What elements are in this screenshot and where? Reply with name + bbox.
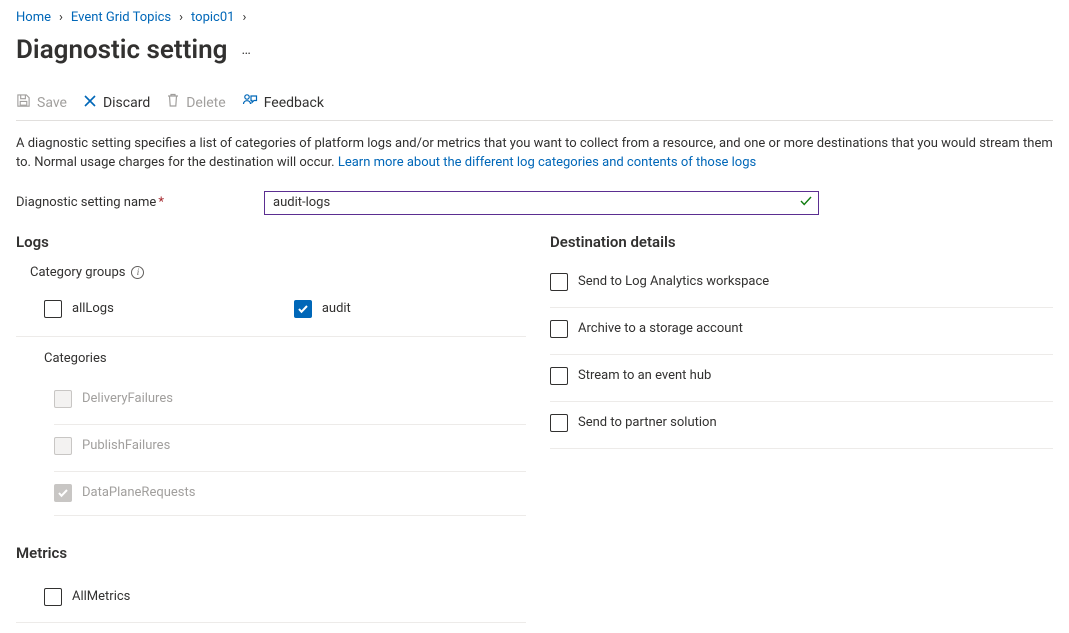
feedback-icon [242, 93, 258, 112]
checkbox-publishfailures: PublishFailures [54, 437, 170, 455]
checkbox-icon [44, 588, 62, 606]
toolbar: Save Discard Delete Feedback [16, 93, 1053, 121]
checkbox-icon [54, 390, 72, 408]
checkbox-label: AllMetrics [72, 589, 130, 604]
checkbox-dest-partner[interactable]: Send to partner solution [550, 414, 717, 432]
checkbox-icon [54, 484, 72, 502]
save-icon [16, 93, 31, 112]
checkbox-label: DataPlaneRequests [82, 485, 195, 500]
checkbox-label: Stream to an event hub [578, 368, 711, 383]
more-options-button[interactable]: … [241, 42, 251, 58]
checkbox-label: Send to partner solution [578, 415, 717, 430]
save-button-label: Save [37, 95, 67, 111]
checkbox-label: allLogs [72, 301, 114, 316]
delete-button-label: Delete [186, 95, 225, 111]
logs-heading: Logs [16, 233, 526, 251]
close-icon [83, 94, 97, 112]
required-indicator: * [158, 195, 164, 210]
checkbox-alllogs[interactable]: allLogs [44, 300, 114, 318]
setting-name-input[interactable] [264, 191, 819, 215]
checkbox-icon [550, 414, 568, 432]
chevron-right-icon: › [55, 10, 67, 25]
chevron-right-icon: › [175, 10, 187, 25]
checkbox-dest-log-analytics[interactable]: Send to Log Analytics workspace [550, 273, 769, 291]
info-icon[interactable]: i [131, 266, 144, 279]
checkmark-icon [799, 194, 813, 212]
checkbox-icon [294, 300, 312, 318]
checkbox-label: PublishFailures [82, 438, 170, 453]
breadcrumb-event-grid-topics[interactable]: Event Grid Topics [71, 10, 171, 25]
chevron-right-icon: › [238, 10, 250, 25]
delete-icon [166, 93, 180, 112]
checkbox-icon [550, 320, 568, 338]
discard-button[interactable]: Discard [83, 94, 150, 112]
save-button: Save [16, 93, 67, 112]
checkbox-label: Send to Log Analytics workspace [578, 274, 769, 289]
checkbox-deliveryfailures: DeliveryFailures [54, 390, 173, 408]
checkbox-dest-storage[interactable]: Archive to a storage account [550, 320, 743, 338]
categories-heading: Categories [44, 351, 526, 366]
checkbox-audit[interactable]: audit [294, 300, 351, 318]
checkbox-label: Archive to a storage account [578, 321, 743, 336]
category-groups-heading: Category groups i [16, 265, 526, 280]
checkbox-allmetrics[interactable]: AllMetrics [44, 588, 130, 606]
checkbox-label: DeliveryFailures [82, 391, 173, 406]
page-title: Diagnostic setting [16, 35, 227, 65]
checkbox-label: audit [322, 301, 351, 316]
checkbox-icon [54, 437, 72, 455]
learn-more-link[interactable]: Learn more about the different log categ… [338, 155, 756, 170]
setting-name-label: Diagnostic setting name* [16, 195, 264, 210]
description-text: A diagnostic setting specifies a list of… [16, 135, 1053, 173]
checkbox-icon [44, 300, 62, 318]
checkbox-icon [550, 273, 568, 291]
checkbox-icon [550, 367, 568, 385]
feedback-button[interactable]: Feedback [242, 93, 324, 112]
checkbox-dest-event-hub[interactable]: Stream to an event hub [550, 367, 711, 385]
discard-button-label: Discard [103, 95, 150, 111]
breadcrumb: Home › Event Grid Topics › topic01 › [16, 10, 1053, 25]
delete-button: Delete [166, 93, 225, 112]
breadcrumb-home[interactable]: Home [16, 10, 51, 25]
metrics-heading: Metrics [16, 544, 526, 562]
breadcrumb-topic01[interactable]: topic01 [191, 10, 234, 25]
feedback-button-label: Feedback [264, 95, 324, 111]
destination-heading: Destination details [550, 233, 1053, 251]
checkbox-dataplanerequests: DataPlaneRequests [54, 484, 195, 502]
